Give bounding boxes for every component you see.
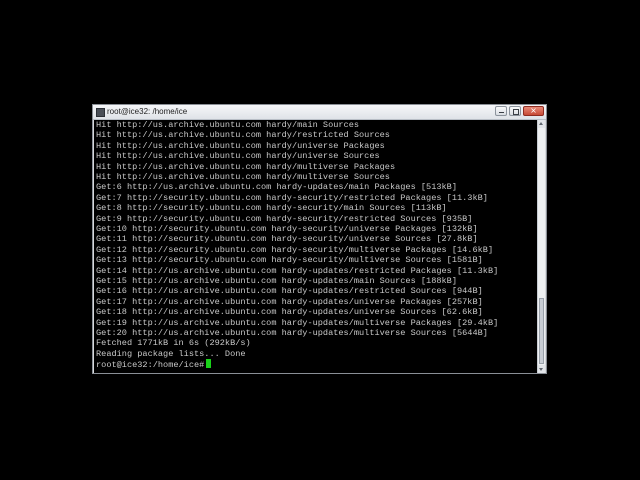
terminal-line: Get:16 http://us.archive.ubuntu.com hard… — [96, 286, 483, 297]
terminal-output[interactable]: Hit http://us.archive.ubuntu.com hardy/m… — [94, 120, 537, 373]
terminal-line: Get:13 http://security.ubuntu.com hardy-… — [96, 255, 483, 266]
vertical-scrollbar[interactable] — [537, 120, 545, 373]
terminal-line: Get:12 http://security.ubuntu.com hardy-… — [96, 244, 494, 255]
terminal-line: Hit http://us.archive.ubuntu.com hardy/u… — [96, 151, 380, 162]
terminal-line: Get:9 http://security.ubuntu.com hardy-s… — [96, 213, 473, 224]
terminal-line: Get:14 http://us.archive.ubuntu.com hard… — [96, 265, 499, 276]
terminal-line: Get:20 http://us.archive.ubuntu.com hard… — [96, 328, 488, 338]
terminal-line: Reading package lists... Done — [96, 348, 246, 359]
terminal-line: Get:15 http://us.archive.ubuntu.com hard… — [96, 276, 457, 286]
desktop: root@ice32: /home/ice × Hit http://us.ar… — [0, 0, 640, 480]
terminal-line: Hit http://us.archive.ubuntu.com hardy/r… — [96, 130, 390, 141]
terminal-line: Get:10 http://security.ubuntu.com hardy-… — [96, 224, 478, 234]
close-icon: × — [530, 106, 537, 115]
title-bar[interactable]: root@ice32: /home/ice × — [93, 105, 546, 120]
terminal-line: Get:18 http://us.archive.ubuntu.com hard… — [96, 307, 483, 318]
terminal-line: Hit http://us.archive.ubuntu.com hardy/m… — [96, 161, 396, 172]
scroll-down-button[interactable] — [538, 365, 545, 373]
terminal-line: Get:6 http://us.archive.ubuntu.com hardy… — [96, 182, 457, 193]
maximize-button[interactable] — [509, 106, 521, 116]
terminal-window[interactable]: root@ice32: /home/ice × Hit http://us.ar… — [92, 104, 547, 374]
arrow-up-icon — [539, 122, 543, 125]
terminal-line: Fetched 1771kB in 6s (292kB/s) — [96, 338, 251, 349]
scroll-up-button[interactable] — [538, 120, 545, 128]
terminal-line: Hit http://us.archive.ubuntu.com hardy/m… — [96, 172, 390, 182]
terminal-line: Get:11 http://security.ubuntu.com hardy-… — [96, 234, 478, 245]
scrollbar-thumb[interactable] — [539, 298, 544, 364]
terminal-line: Get:19 http://us.archive.ubuntu.com hard… — [96, 317, 499, 328]
minimize-icon — [499, 112, 504, 113]
terminal-line: Get:8 http://security.ubuntu.com hardy-s… — [96, 203, 447, 214]
arrow-down-icon — [539, 368, 543, 371]
terminal-icon[interactable] — [96, 108, 105, 117]
command-prompt-line[interactable]: root@ice32:/home/ice# — [96, 359, 212, 371]
minimize-button[interactable] — [495, 106, 507, 116]
terminal-line: Hit http://us.archive.ubuntu.com hardy/m… — [96, 120, 360, 130]
text-cursor — [206, 359, 212, 369]
shell-prompt: root@ice32:/home/ice# — [96, 360, 205, 371]
window-title: root@ice32: /home/ice — [107, 107, 188, 116]
close-button[interactable]: × — [523, 106, 544, 116]
terminal-line: Hit http://us.archive.ubuntu.com hardy/u… — [96, 140, 385, 151]
terminal-line: Get:7 http://security.ubuntu.com hardy-s… — [96, 192, 488, 203]
terminal-line: Get:17 http://us.archive.ubuntu.com hard… — [96, 296, 483, 307]
maximize-icon — [513, 109, 519, 115]
